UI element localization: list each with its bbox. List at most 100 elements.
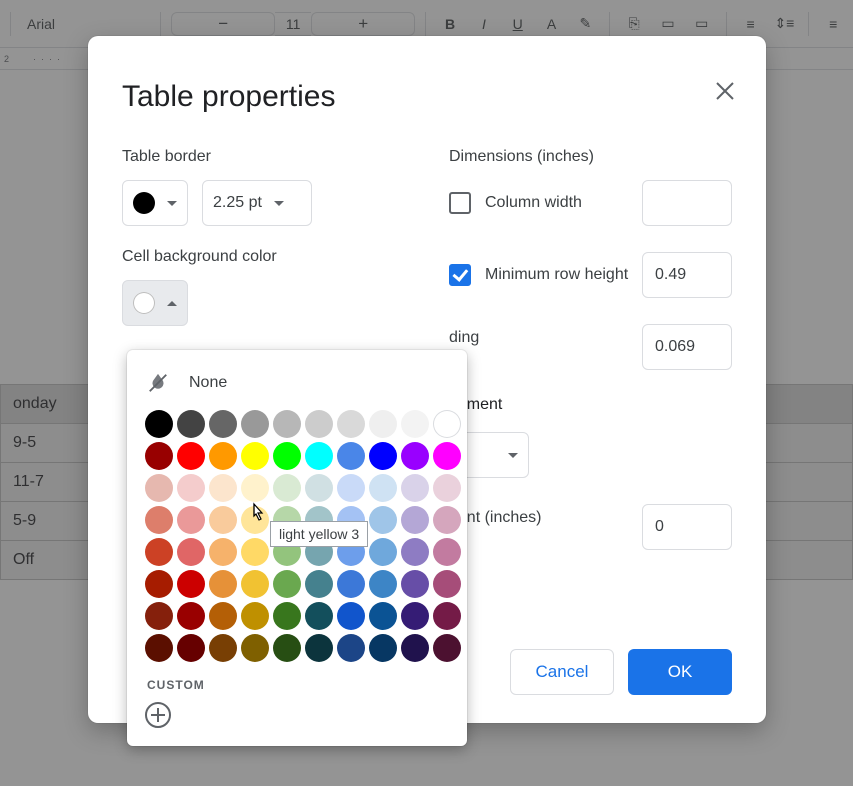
column-width-input[interactable] bbox=[642, 180, 732, 226]
color-swatch[interactable] bbox=[433, 602, 461, 630]
color-swatch[interactable] bbox=[145, 442, 173, 470]
dialog-title: Table properties bbox=[122, 80, 732, 114]
color-swatch[interactable] bbox=[177, 442, 205, 470]
color-swatch[interactable] bbox=[337, 474, 365, 502]
color-swatch[interactable] bbox=[177, 570, 205, 598]
color-swatch[interactable] bbox=[369, 410, 397, 438]
border-width-value: 2.25 pt bbox=[213, 194, 262, 212]
color-swatch[interactable] bbox=[401, 506, 429, 534]
color-swatch[interactable] bbox=[145, 474, 173, 502]
color-swatch[interactable] bbox=[337, 634, 365, 662]
cancel-button[interactable]: Cancel bbox=[510, 649, 614, 695]
color-swatch[interactable] bbox=[145, 570, 173, 598]
table-border-label: Table border bbox=[122, 148, 405, 166]
cell-bg-label: Cell background color bbox=[122, 248, 405, 266]
color-swatch[interactable] bbox=[177, 602, 205, 630]
color-swatch[interactable] bbox=[305, 570, 333, 598]
color-swatch[interactable] bbox=[209, 410, 237, 438]
color-swatch[interactable] bbox=[305, 474, 333, 502]
color-none-option[interactable]: None bbox=[143, 364, 451, 408]
color-swatch[interactable] bbox=[369, 570, 397, 598]
border-color-dropdown[interactable] bbox=[122, 180, 188, 226]
color-swatch[interactable] bbox=[241, 570, 269, 598]
color-swatch[interactable] bbox=[145, 602, 173, 630]
color-swatch[interactable] bbox=[401, 570, 429, 598]
color-swatch[interactable] bbox=[305, 602, 333, 630]
color-swatch[interactable] bbox=[433, 634, 461, 662]
color-swatch[interactable] bbox=[401, 538, 429, 566]
caret-down-icon bbox=[167, 201, 177, 206]
color-swatch[interactable] bbox=[305, 634, 333, 662]
color-swatch[interactable] bbox=[369, 506, 397, 534]
color-swatch[interactable] bbox=[209, 634, 237, 662]
color-swatch[interactable] bbox=[433, 570, 461, 598]
cell-padding-input[interactable] bbox=[642, 324, 732, 370]
color-swatch[interactable] bbox=[337, 602, 365, 630]
color-swatch[interactable] bbox=[209, 474, 237, 502]
color-swatch[interactable] bbox=[177, 538, 205, 566]
cell-padding-label-partial: ding bbox=[449, 329, 479, 347]
color-swatch[interactable] bbox=[241, 410, 269, 438]
color-swatch[interactable] bbox=[369, 602, 397, 630]
color-swatch[interactable] bbox=[273, 410, 301, 438]
color-swatch[interactable] bbox=[369, 474, 397, 502]
min-row-height-input[interactable] bbox=[642, 252, 732, 298]
color-swatch[interactable] bbox=[369, 538, 397, 566]
color-swatch[interactable] bbox=[177, 506, 205, 534]
close-button[interactable] bbox=[710, 76, 740, 106]
color-swatch[interactable] bbox=[177, 474, 205, 502]
border-color-swatch bbox=[133, 192, 155, 214]
alignment-label-partial: gnment bbox=[449, 396, 732, 414]
color-swatch[interactable] bbox=[145, 410, 173, 438]
color-swatch[interactable] bbox=[337, 410, 365, 438]
color-swatch[interactable] bbox=[241, 602, 269, 630]
color-swatch[interactable] bbox=[433, 538, 461, 566]
color-swatch[interactable] bbox=[209, 602, 237, 630]
color-swatch[interactable] bbox=[433, 410, 461, 438]
cell-bg-color-dropdown[interactable] bbox=[122, 280, 188, 326]
color-swatch[interactable] bbox=[145, 538, 173, 566]
color-swatch[interactable] bbox=[273, 570, 301, 598]
color-swatch[interactable] bbox=[401, 474, 429, 502]
color-swatch[interactable] bbox=[337, 570, 365, 598]
color-swatch[interactable] bbox=[241, 474, 269, 502]
color-swatch[interactable] bbox=[241, 506, 269, 534]
color-swatch[interactable] bbox=[433, 442, 461, 470]
color-picker-panel: None CUSTOM bbox=[127, 350, 467, 746]
border-width-dropdown[interactable]: 2.25 pt bbox=[202, 180, 312, 226]
indent-input[interactable] bbox=[642, 504, 732, 550]
color-swatch[interactable] bbox=[401, 442, 429, 470]
ok-button[interactable]: OK bbox=[628, 649, 732, 695]
color-swatch[interactable] bbox=[401, 602, 429, 630]
add-custom-color-button[interactable] bbox=[145, 702, 171, 728]
color-swatch[interactable] bbox=[241, 442, 269, 470]
color-swatch[interactable] bbox=[369, 442, 397, 470]
min-row-height-label: Minimum row height bbox=[485, 266, 628, 284]
color-swatch[interactable] bbox=[433, 506, 461, 534]
color-swatch[interactable] bbox=[273, 474, 301, 502]
color-swatch[interactable] bbox=[209, 442, 237, 470]
color-swatch[interactable] bbox=[273, 442, 301, 470]
color-swatch[interactable] bbox=[433, 474, 461, 502]
color-swatch[interactable] bbox=[241, 634, 269, 662]
color-swatch[interactable] bbox=[305, 442, 333, 470]
color-tooltip: light yellow 3 bbox=[270, 521, 368, 547]
color-swatch[interactable] bbox=[241, 538, 269, 566]
color-swatch[interactable] bbox=[401, 410, 429, 438]
color-swatch[interactable] bbox=[177, 410, 205, 438]
color-swatch[interactable] bbox=[145, 634, 173, 662]
color-swatch[interactable] bbox=[401, 634, 429, 662]
color-swatch[interactable] bbox=[337, 442, 365, 470]
color-swatch[interactable] bbox=[145, 506, 173, 534]
color-swatch[interactable] bbox=[209, 506, 237, 534]
color-swatch[interactable] bbox=[273, 602, 301, 630]
color-swatch[interactable] bbox=[369, 634, 397, 662]
caret-down-icon bbox=[274, 201, 284, 206]
color-swatch[interactable] bbox=[273, 634, 301, 662]
color-swatch[interactable] bbox=[177, 634, 205, 662]
color-swatch[interactable] bbox=[209, 538, 237, 566]
column-width-checkbox[interactable] bbox=[449, 192, 471, 214]
color-swatch[interactable] bbox=[209, 570, 237, 598]
min-row-height-checkbox[interactable] bbox=[449, 264, 471, 286]
color-swatch[interactable] bbox=[305, 410, 333, 438]
